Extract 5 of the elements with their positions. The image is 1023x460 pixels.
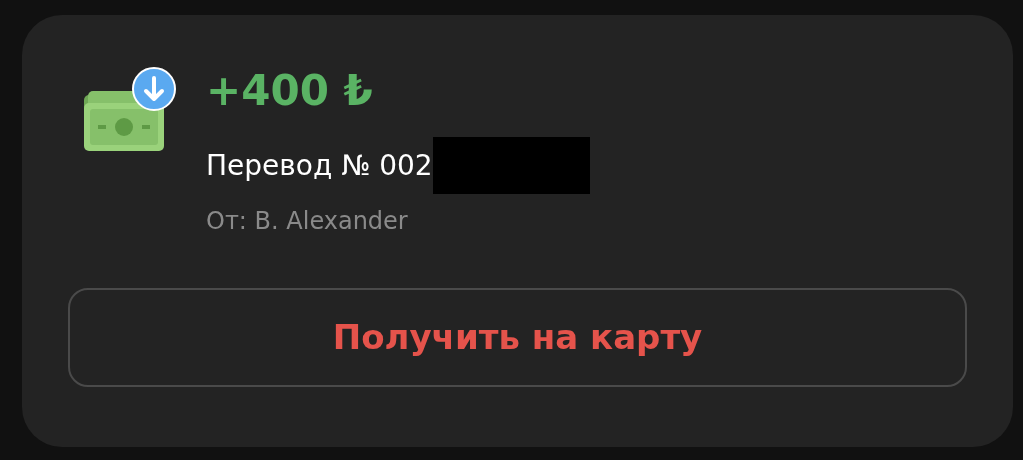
transfer-title: Перевод № 002 <box>206 147 433 184</box>
sender-text: От: B. Alexander <box>206 206 409 237</box>
amount-text: +400 ₺ <box>206 67 374 115</box>
receive-button[interactable]: Получить на карту <box>68 288 967 387</box>
money-icon <box>82 67 176 153</box>
